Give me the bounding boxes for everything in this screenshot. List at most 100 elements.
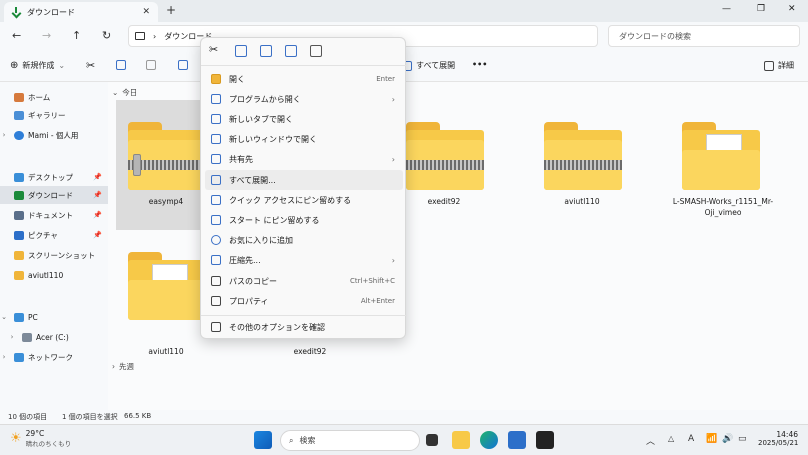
weather-description: 晴れのちくもり [25, 440, 72, 448]
more-options-button[interactable]: ••• [472, 60, 487, 69]
tab-downloads[interactable]: ダウンロード ✕ [4, 2, 158, 22]
group-header-today[interactable]: ⌄ 今日 [112, 87, 137, 98]
ime-indicator[interactable]: A [688, 434, 694, 444]
taskbar: ☀ 29°C 晴れのちくもり ⌕ 検索 ︿ △ A 📶 🔊 ▭ 14:46 20… [0, 424, 808, 455]
chevron-right-icon[interactable]: › [8, 333, 16, 341]
menu-item-open-with[interactable]: プログラムから開く › [205, 89, 403, 109]
pc-icon [14, 312, 24, 322]
file-item-exedit92-zip[interactable]: exedit92 [394, 100, 494, 230]
sidebar-item-label: ネットワーク [28, 352, 73, 362]
sidebar-item-label: デスクトップ [28, 172, 73, 182]
task-view-icon[interactable] [426, 434, 438, 446]
close-button[interactable]: ✕ [788, 4, 796, 14]
share-icon [211, 154, 221, 164]
battery-icon[interactable]: ▭ [738, 434, 747, 444]
tray-overflow-icon[interactable]: ︿ [646, 434, 655, 447]
desktop-icon [14, 172, 24, 182]
menu-item-extract-all[interactable]: すべて展開... [205, 170, 403, 190]
pin-icon: 📌 [93, 191, 102, 199]
back-button[interactable]: ← [12, 29, 21, 42]
folder-icon [14, 250, 24, 260]
chevron-down-icon: ⌄ [112, 88, 119, 97]
sidebar-item-gallery[interactable]: ギャラリー [0, 106, 108, 124]
drive-icon [22, 332, 32, 342]
sidebar-item-pictures[interactable]: ピクチャ 📌 [0, 226, 108, 244]
sidebar-item-downloads[interactable]: ダウンロード 📌 [0, 186, 108, 204]
folder-icon [682, 122, 760, 190]
rename-icon[interactable] [260, 45, 272, 57]
cloud-icon [14, 130, 24, 140]
selection-count: 1 個の項目を選択 [62, 413, 118, 421]
menu-item-properties[interactable]: プロパティ Alt+Enter [205, 291, 403, 311]
maximize-button[interactable]: ❐ [757, 4, 765, 14]
search-input[interactable]: ダウンロードの検索 [608, 25, 800, 47]
start-button[interactable] [254, 431, 272, 449]
cut-button[interactable]: ✂ [86, 59, 95, 72]
sidebar-item-aviutl110[interactable]: aviutl110 [0, 266, 108, 284]
sidebar-item-onedrive[interactable]: › Mami - 個人用 [0, 126, 108, 144]
wifi-icon[interactable]: 📶 [706, 434, 717, 444]
menu-item-more-options[interactable]: その他のオプションを確認 [205, 317, 403, 337]
edge-icon[interactable] [480, 431, 498, 449]
group-header-last-week[interactable]: › 先週 [112, 361, 134, 372]
chevron-down-icon: ⌄ [58, 61, 66, 70]
pin-icon: 📌 [93, 211, 102, 219]
paste-button[interactable] [146, 60, 156, 70]
taskbar-search[interactable]: ⌕ 検索 [280, 430, 420, 451]
file-explorer-icon[interactable] [452, 431, 470, 449]
menu-item-add-favorite[interactable]: お気に入りに追加 [205, 230, 403, 250]
sidebar-item-desktop[interactable]: デスクトップ 📌 [0, 168, 108, 186]
sidebar-item-screenshots[interactable]: スクリーンショット [0, 246, 108, 264]
menu-item-compress[interactable]: 圧縮先... › [205, 250, 403, 270]
menu-item-open[interactable]: 開く Enter [205, 69, 403, 89]
up-button[interactable]: ↑ [72, 29, 81, 42]
status-bar: 10 個の項目 1 個の項目を選択 66.5 KB [0, 410, 808, 424]
cut-icon[interactable]: ✂ [209, 43, 221, 56]
picture-icon [14, 230, 24, 240]
document-icon [14, 210, 24, 220]
refresh-button[interactable]: ↻ [102, 29, 111, 42]
menu-item-share[interactable]: 共有先 › [205, 149, 403, 169]
sidebar-item-drive-c[interactable]: › Acer (C:) [0, 328, 108, 346]
file-item-aviutl110-zip[interactable]: aviutl110 [532, 100, 632, 230]
shortcut-label: Ctrl+Shift+C [350, 277, 395, 285]
pin-icon: 📌 [93, 173, 102, 181]
app-icon[interactable] [536, 431, 554, 449]
chevron-right-icon[interactable]: › [0, 353, 8, 361]
menu-item-open-new-window[interactable]: 新しいウィンドウで開く [205, 129, 403, 149]
forward-button[interactable]: → [42, 29, 51, 42]
sidebar-item-network[interactable]: › ネットワーク [0, 348, 108, 366]
delete-icon[interactable] [310, 45, 322, 57]
volume-icon[interactable]: 🔊 [722, 434, 733, 444]
new-tab-button[interactable]: + [166, 3, 176, 17]
copy-icon[interactable] [235, 45, 247, 57]
file-item-lsmash-works[interactable]: L-SMASH-Works_r1151_Mr-Oji_vimeo [668, 100, 778, 230]
copy-path-icon [211, 276, 221, 286]
tab-close-button[interactable]: ✕ [142, 7, 150, 17]
copy-button[interactable] [116, 60, 126, 70]
sidebar-item-home[interactable]: ホーム [0, 88, 108, 106]
notification-icon[interactable]: △ [668, 434, 674, 443]
sidebar-item-label: ドキュメント [28, 210, 73, 220]
weather-widget[interactable]: ☀ 29°C 晴れのちくもり [10, 429, 71, 448]
rename-button[interactable] [178, 60, 188, 70]
menu-item-open-new-tab[interactable]: 新しいタブで開く [205, 109, 403, 129]
details-button[interactable]: 詳細 [764, 60, 794, 71]
chevron-right-icon: › [391, 94, 395, 104]
minimize-button[interactable]: — [722, 4, 731, 14]
chevron-down-icon[interactable]: ⌄ [0, 313, 8, 321]
sidebar-item-documents[interactable]: ドキュメント 📌 [0, 206, 108, 224]
sidebar-item-pc[interactable]: ⌄ PC [0, 308, 108, 326]
clock[interactable]: 14:46 2025/05/21 [758, 430, 798, 447]
menu-item-pin-start[interactable]: スタート にピン留めする [205, 210, 403, 230]
extract-all-button[interactable]: すべて展開 [402, 60, 455, 71]
menu-item-pin-quick-access[interactable]: クイック アクセスにピン留めする [205, 190, 403, 210]
more-options-icon [211, 322, 221, 332]
file-name: aviutl110 [564, 197, 600, 206]
chevron-right-icon: › [391, 154, 395, 164]
menu-item-copy-path[interactable]: パスのコピー Ctrl+Shift+C [205, 271, 403, 291]
new-button[interactable]: ⊕ 新規作成 ⌄ [10, 60, 65, 71]
store-icon[interactable] [508, 431, 526, 449]
chevron-right-icon[interactable]: › [0, 131, 8, 139]
share-icon[interactable] [285, 45, 297, 57]
